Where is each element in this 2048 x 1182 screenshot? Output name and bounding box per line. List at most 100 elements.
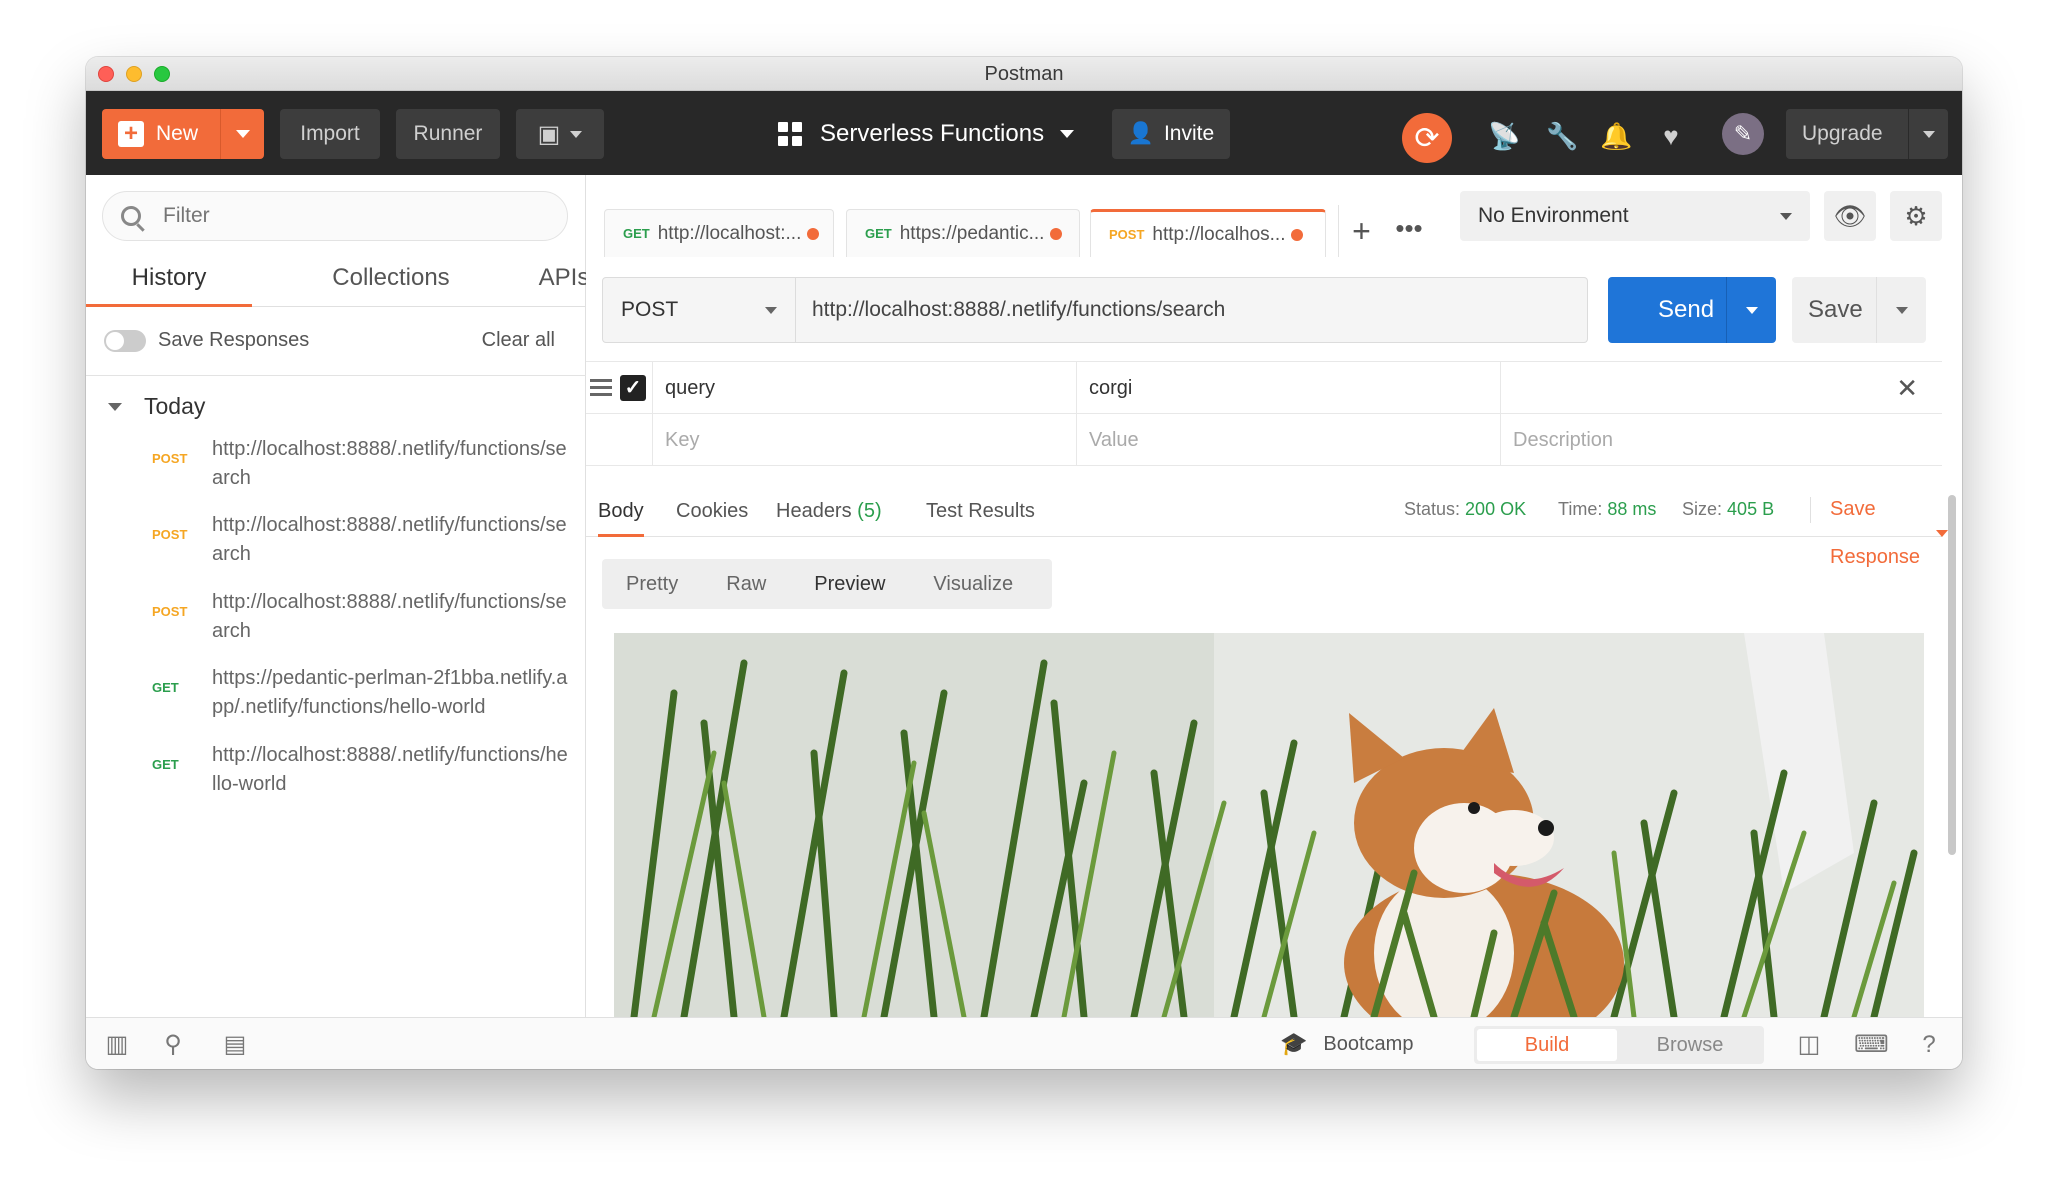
chevron-down-icon xyxy=(1936,529,1949,537)
clear-all-button[interactable]: Clear all xyxy=(482,329,555,352)
close-icon[interactable]: ✕ xyxy=(1896,362,1918,414)
tab-body[interactable]: Body xyxy=(598,485,644,537)
tab-apis[interactable]: APIs xyxy=(534,255,594,307)
history-item[interactable]: POST http://localhost:8888/.netlify/func… xyxy=(86,511,586,587)
sidebar-toggle-icon[interactable]: ▥ xyxy=(102,1030,132,1060)
time-readout: Time: 88 ms xyxy=(1558,485,1656,533)
save-responses-label: Save Responses xyxy=(158,329,310,351)
request-tab[interactable]: GET https://pedantic... xyxy=(846,209,1080,257)
environment-select[interactable]: No Environment xyxy=(1460,191,1810,241)
heart-icon[interactable]: ♥ xyxy=(1656,121,1686,151)
size-readout: Size: 405 B xyxy=(1682,485,1774,533)
zoom-window-button[interactable] xyxy=(154,66,170,82)
more-icon[interactable]: ••• xyxy=(1386,205,1432,257)
upgrade-dropdown-button[interactable] xyxy=(1908,109,1948,159)
app-header: + New Import Runner ▣ Serverless Functio… xyxy=(86,91,1962,175)
request-tab-active[interactable]: POST http://localhos... xyxy=(1090,209,1326,257)
workspace-switcher[interactable]: Serverless Functions xyxy=(778,109,1075,159)
param-value-placeholder[interactable]: Value xyxy=(1076,414,1500,466)
view-visualize[interactable]: Visualize xyxy=(909,559,1037,609)
send-dropdown-button[interactable] xyxy=(1726,277,1776,343)
toggle-switch[interactable] xyxy=(104,329,146,352)
new-button[interactable]: + New xyxy=(102,109,264,159)
scrollbar[interactable] xyxy=(1948,375,1956,1015)
find-icon[interactable]: ⚲ xyxy=(158,1030,188,1060)
table-row: ✓ query corgi ✕ xyxy=(586,362,1942,414)
build-tab[interactable]: Build xyxy=(1477,1029,1617,1061)
divider xyxy=(1810,497,1811,523)
history-url: http://localhost:8888/.netlify/functions… xyxy=(212,591,567,642)
scrollbar-thumb[interactable] xyxy=(1948,495,1956,855)
param-key[interactable]: query xyxy=(652,362,1076,414)
headers-count: (5) xyxy=(857,500,882,522)
tab-collections[interactable]: Collections xyxy=(326,255,456,307)
bootcamp-button[interactable]: 🎓 Bootcamp xyxy=(1280,1018,1413,1069)
invite-button[interactable]: 👤 Invite xyxy=(1112,109,1230,159)
new-window-button[interactable]: ▣ xyxy=(516,109,604,159)
keyboard-icon[interactable]: ⌨ xyxy=(1854,1030,1889,1060)
send-button[interactable]: Send xyxy=(1608,277,1776,343)
history-item[interactable]: GET https://pedantic-perlman-2f1bba.netl… xyxy=(86,664,586,740)
sidebar: History Collections APIs Save Responses … xyxy=(86,175,589,1017)
filter-input[interactable] xyxy=(163,204,523,228)
tab-label: http://localhost:... xyxy=(657,222,802,244)
headers-label: Headers xyxy=(776,500,852,522)
view-raw[interactable]: Raw xyxy=(702,559,790,609)
save-responses-toggle[interactable]: Save Responses xyxy=(104,329,309,352)
chevron-down-icon xyxy=(1780,212,1792,220)
gear-icon[interactable]: ⚙ xyxy=(1890,191,1942,241)
runner-button[interactable]: Runner xyxy=(396,109,500,159)
add-tab-icon[interactable]: + xyxy=(1338,205,1384,257)
browse-tab[interactable]: Browse xyxy=(1620,1029,1760,1061)
graduation-cap-icon: 🎓 xyxy=(1280,1031,1308,1056)
sidebar-tabs: History Collections APIs xyxy=(86,255,589,307)
method-select[interactable]: POST xyxy=(602,277,796,343)
param-description-placeholder[interactable]: Description xyxy=(1500,414,1942,466)
tab-test-results[interactable]: Test Results xyxy=(926,485,1035,537)
bell-icon[interactable]: 🔔 xyxy=(1600,121,1632,151)
wrench-icon[interactable]: 🔧 xyxy=(1546,121,1578,151)
save-response-label: Save Response xyxy=(1830,498,1921,568)
history-item[interactable]: POST http://localhost:8888/.netlify/func… xyxy=(86,588,586,664)
tab-cookies[interactable]: Cookies xyxy=(676,485,748,537)
history-item[interactable]: POST http://localhost:8888/.netlify/func… xyxy=(86,435,586,511)
size-value: 405 B xyxy=(1727,499,1775,519)
divider xyxy=(86,375,586,376)
import-button[interactable]: Import xyxy=(280,109,380,159)
minimize-window-button[interactable] xyxy=(126,66,142,82)
param-value[interactable]: corgi xyxy=(1076,362,1500,414)
satellite-icon[interactable]: 📡 xyxy=(1488,121,1520,151)
view-pretty[interactable]: Pretty xyxy=(602,559,702,609)
request-tab[interactable]: GET http://localhost:... xyxy=(604,209,834,257)
eye-icon[interactable]: 👁 xyxy=(1824,191,1876,241)
tab-headers[interactable]: Headers (5) xyxy=(776,485,882,537)
sync-icon[interactable]: ⟳ xyxy=(1402,113,1452,163)
build-browse-toggle: Build Browse xyxy=(1474,1026,1764,1064)
close-window-button[interactable] xyxy=(98,66,114,82)
window-title: Postman xyxy=(984,63,1064,85)
console-icon[interactable]: ▤ xyxy=(220,1030,250,1060)
two-pane-icon[interactable]: ◫ xyxy=(1794,1030,1824,1060)
filter-box[interactable] xyxy=(102,191,568,241)
drag-handle-icon[interactable] xyxy=(590,379,612,400)
param-key-placeholder[interactable]: Key xyxy=(652,414,1076,466)
help-icon[interactable]: ? xyxy=(1914,1030,1944,1060)
group-label: Today xyxy=(144,393,206,419)
url-input[interactable] xyxy=(796,277,1588,343)
history-group-today[interactable]: Today xyxy=(108,393,205,420)
upgrade-button[interactable]: Upgrade xyxy=(1786,109,1948,159)
chevron-down-icon xyxy=(570,130,583,138)
save-label: Save xyxy=(1808,296,1863,323)
environment-value: No Environment xyxy=(1478,204,1629,227)
history-item[interactable]: GET http://localhost:8888/.netlify/funct… xyxy=(86,741,586,817)
chevron-down-icon xyxy=(765,306,777,314)
param-checkbox[interactable]: ✓ xyxy=(620,375,646,401)
view-preview[interactable]: Preview xyxy=(790,559,909,609)
save-response-button[interactable]: Save Response xyxy=(1830,485,1949,581)
avatar[interactable]: ✎ xyxy=(1722,113,1764,155)
save-button[interactable]: Save xyxy=(1792,277,1926,343)
param-description[interactable] xyxy=(1500,362,1942,414)
new-dropdown-button[interactable] xyxy=(220,109,264,159)
tab-history[interactable]: History xyxy=(86,255,252,307)
save-dropdown-button[interactable] xyxy=(1876,277,1926,343)
